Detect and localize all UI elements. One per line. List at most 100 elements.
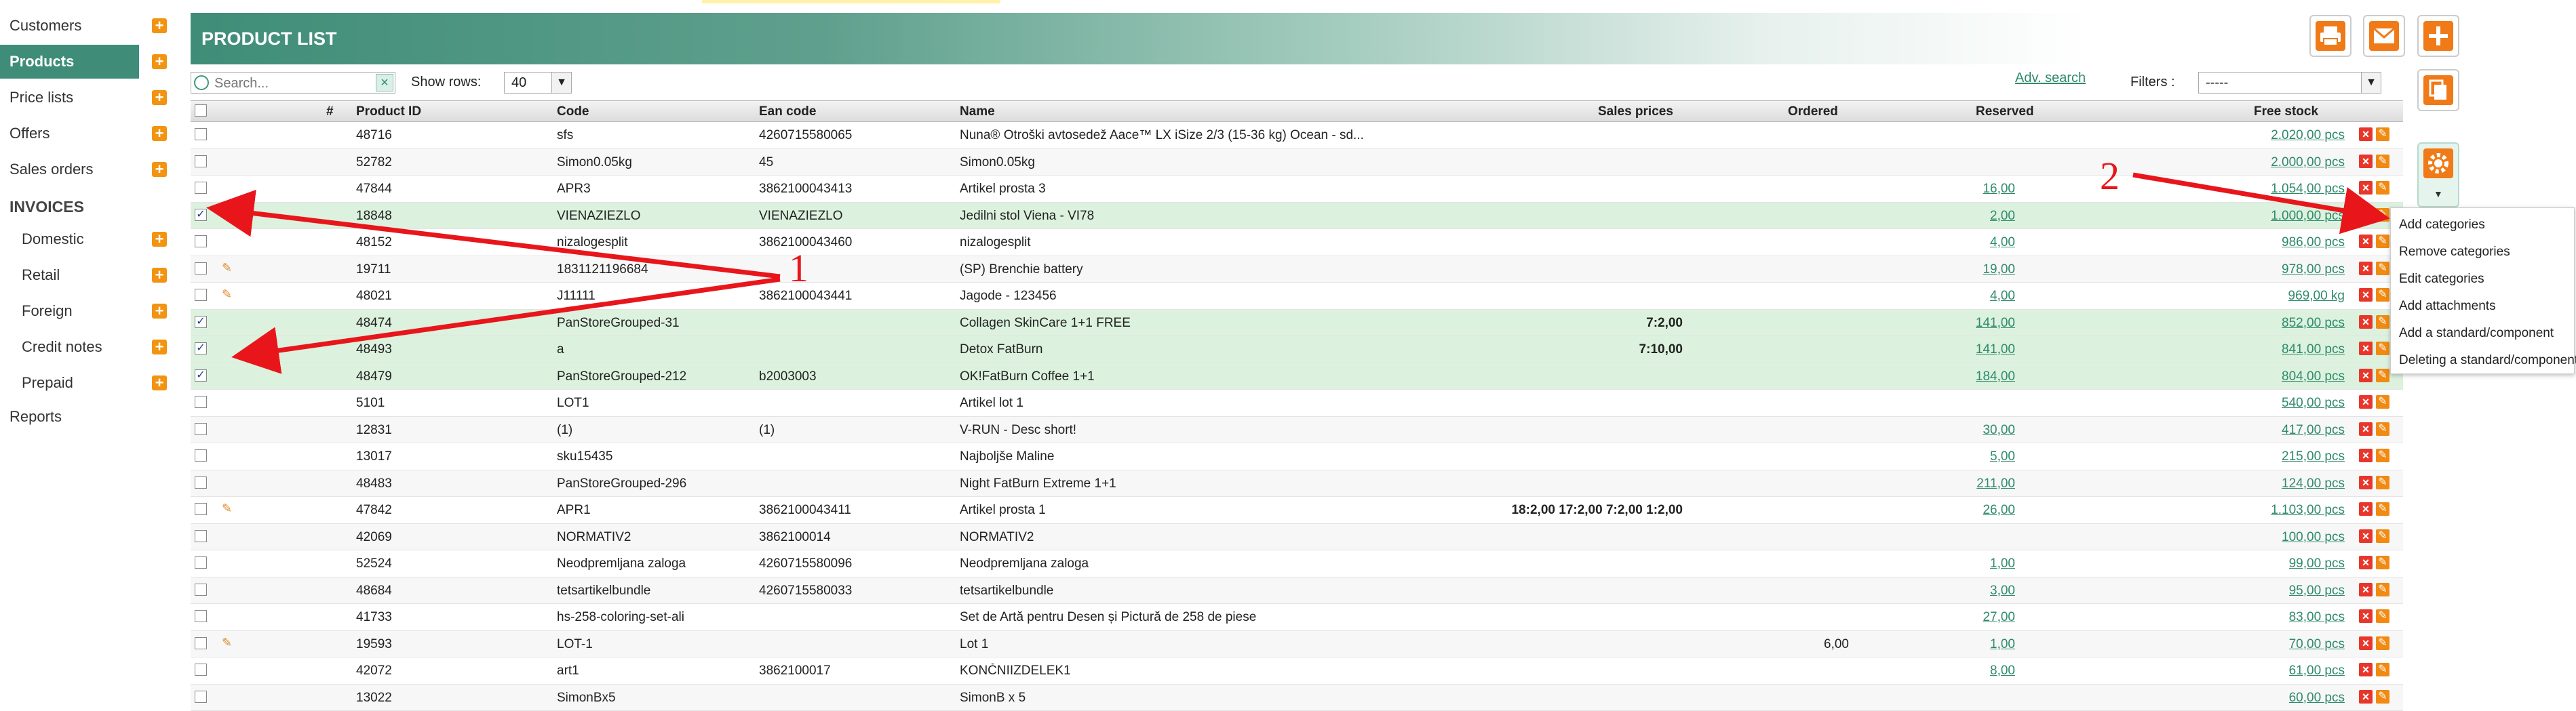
row-checkbox[interactable] <box>195 128 207 140</box>
sidebar-item-foreign[interactable]: Foreign <box>0 294 139 328</box>
edit-icon[interactable]: ✎ <box>2376 181 2389 195</box>
row-checkbox[interactable] <box>195 476 207 489</box>
delete-icon[interactable]: × <box>2359 181 2373 195</box>
free-stock-link[interactable]: 978,00 pcs <box>2282 262 2345 277</box>
add-icon[interactable]: + <box>152 54 167 69</box>
add-icon[interactable]: + <box>152 340 167 354</box>
free-stock-link[interactable]: 61,00 pcs <box>2289 664 2345 678</box>
edit-icon[interactable]: ✎ <box>2376 288 2389 302</box>
free-stock-link[interactable]: 99,00 pcs <box>2289 556 2345 571</box>
free-stock-link[interactable]: 95,00 pcs <box>2289 584 2345 598</box>
sidebar-item-offers[interactable]: Offers <box>0 117 139 150</box>
delete-icon[interactable]: × <box>2359 449 2373 462</box>
sidebar-item-retail[interactable]: Retail <box>0 258 139 292</box>
edit-icon[interactable]: ✎ <box>2376 342 2389 355</box>
menu-item-add-categories[interactable]: Add categories <box>2399 218 2485 232</box>
table-row[interactable]: 47844APR33862100043413Artikel prosta 316… <box>191 176 2403 203</box>
row-checkbox[interactable] <box>195 664 207 676</box>
free-stock-link[interactable]: 70,00 pcs <box>2289 637 2345 652</box>
edit-icon[interactable]: ✎ <box>2376 127 2389 141</box>
reserved-link[interactable]: 4,00 <box>1990 289 2015 304</box>
row-checkbox[interactable] <box>195 691 207 703</box>
sidebar-item-reports[interactable]: Reports <box>0 400 139 434</box>
free-stock-link[interactable]: 100,00 pcs <box>2282 530 2345 545</box>
menu-item-remove-categories[interactable]: Remove categories <box>2399 245 2510 260</box>
table-row[interactable]: 13022SimonBx5SimonB x 560,00 pcs×✎ <box>191 685 2403 711</box>
free-stock-link[interactable]: 804,00 pcs <box>2282 369 2345 384</box>
table-row[interactable]: ✓48479PanStoreGrouped-212b2003003OK!FatB… <box>191 363 2403 390</box>
free-stock-link[interactable]: 986,00 pcs <box>2282 235 2345 250</box>
table-row[interactable]: 42072art13862100017KONČNIIZDELEK18,0061,… <box>191 657 2403 685</box>
menu-item-add-attachments[interactable]: Add attachments <box>2399 299 2496 314</box>
delete-icon[interactable]: × <box>2359 663 2373 676</box>
row-checkbox[interactable] <box>195 262 207 275</box>
reserved-link[interactable]: 2,00 <box>1990 209 2015 224</box>
table-row[interactable]: 48152nizalogesplit3862100043460nizaloges… <box>191 229 2403 256</box>
sidebar-item-products[interactable]: Products <box>0 45 139 79</box>
filters-select[interactable]: ----- ▼ <box>2198 72 2381 94</box>
delete-icon[interactable]: × <box>2359 395 2373 409</box>
print-button[interactable] <box>2309 15 2351 57</box>
reserved-link[interactable]: 8,00 <box>1990 664 2015 678</box>
reserved-link[interactable]: 5,00 <box>1990 449 2015 464</box>
row-checkbox[interactable]: ✓ <box>195 316 207 328</box>
free-stock-link[interactable]: 2.020,00 pcs <box>2271 128 2345 143</box>
col-ordered[interactable]: Ordered <box>1788 104 1838 119</box>
row-checkbox[interactable] <box>195 449 207 462</box>
advanced-search-link[interactable]: Adv. search <box>2015 70 2086 86</box>
menu-item-add-a-standard-component[interactable]: Add a standard/component <box>2399 326 2554 341</box>
col-product-id[interactable]: Product ID <box>356 104 421 119</box>
free-stock-link[interactable]: 1.103,00 pcs <box>2271 503 2345 518</box>
sidebar-item-price-lists[interactable]: Price lists <box>0 81 139 115</box>
table-row[interactable]: 48684tetsartikelbundle4260715580033tetsa… <box>191 577 2403 605</box>
delete-icon[interactable]: × <box>2359 315 2373 329</box>
col-free-stock[interactable]: Free stock <box>2254 104 2318 119</box>
delete-icon[interactable]: × <box>2359 208 2373 222</box>
row-checkbox[interactable]: ✓ <box>195 209 207 221</box>
email-button[interactable] <box>2363 15 2405 57</box>
col-number[interactable]: # <box>326 104 334 119</box>
edit-icon[interactable]: ✎ <box>2376 422 2389 436</box>
free-stock-link[interactable]: 124,00 pcs <box>2282 476 2345 491</box>
delete-icon[interactable]: × <box>2359 529 2373 543</box>
col-sales-prices[interactable]: Sales prices <box>1598 104 1673 119</box>
add-icon[interactable]: + <box>152 375 167 390</box>
col-code[interactable]: Code <box>557 104 589 119</box>
show-rows-select[interactable]: 40 ▼ <box>504 72 572 94</box>
delete-icon[interactable]: × <box>2359 342 2373 355</box>
free-stock-link[interactable]: 841,00 pcs <box>2282 342 2345 357</box>
table-row[interactable]: 5101LOT1Artikel lot 1540,00 pcs×✎ <box>191 390 2403 417</box>
table-row[interactable]: 52782Simon0.05kg45Simon0.05kg2.000,00 pc… <box>191 149 2403 176</box>
delete-icon[interactable]: × <box>2359 636 2373 650</box>
reserved-link[interactable]: 3,00 <box>1990 584 2015 598</box>
edit-icon[interactable]: ✎ <box>2376 529 2389 543</box>
row-checkbox[interactable] <box>195 530 207 542</box>
add-icon[interactable]: + <box>152 126 167 141</box>
reserved-link[interactable]: 30,00 <box>1983 423 2015 438</box>
select-all-checkbox[interactable] <box>195 104 207 117</box>
edit-icon[interactable]: ✎ <box>2376 609 2389 623</box>
free-stock-link[interactable]: 60,00 pcs <box>2289 691 2345 706</box>
delete-icon[interactable]: × <box>2359 502 2373 516</box>
edit-icon[interactable]: ✎ <box>2376 583 2389 596</box>
sidebar-item-customers[interactable]: Customers <box>0 9 139 43</box>
add-icon[interactable]: + <box>152 232 167 247</box>
table-row[interactable]: ✓48474PanStoreGrouped-31Collagen SkinCar… <box>191 310 2403 337</box>
edit-icon[interactable]: ✎ <box>2376 663 2389 676</box>
delete-icon[interactable]: × <box>2359 422 2373 436</box>
edit-icon[interactable]: ✎ <box>2376 636 2389 650</box>
row-checkbox[interactable] <box>195 182 207 194</box>
clear-search-button[interactable]: × <box>376 74 393 92</box>
free-stock-link[interactable]: 2.000,00 pcs <box>2271 155 2345 170</box>
reserved-link[interactable]: 141,00 <box>1976 316 2015 331</box>
edit-icon[interactable]: ✎ <box>2376 208 2389 222</box>
free-stock-link[interactable]: 969,00 kg <box>2288 289 2345 304</box>
row-checkbox[interactable] <box>195 637 207 649</box>
reserved-link[interactable]: 184,00 <box>1976 369 2015 384</box>
reserved-link[interactable]: 211,00 <box>1976 476 2015 491</box>
copy-button[interactable] <box>2417 69 2459 111</box>
row-checkbox[interactable] <box>195 396 207 408</box>
delete-icon[interactable]: × <box>2359 235 2373 248</box>
edit-icon[interactable]: ✎ <box>2376 395 2389 409</box>
menu-item-deleting-a-standard-component[interactable]: Deleting a standard/component <box>2399 353 2576 368</box>
